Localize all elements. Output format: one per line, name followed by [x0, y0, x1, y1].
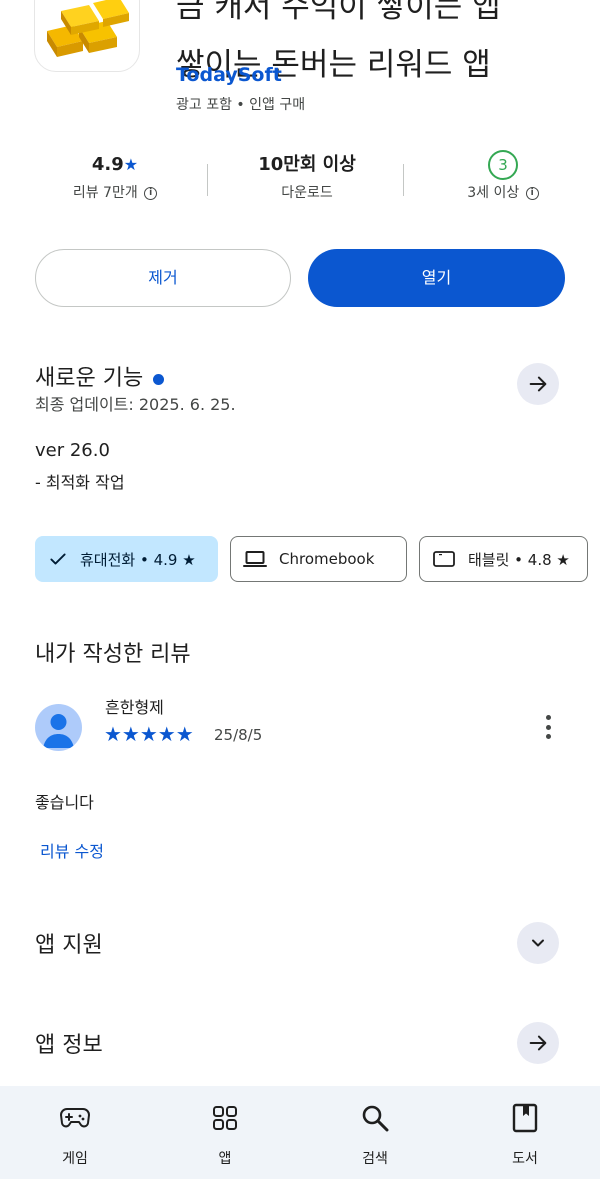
chip-tablet-label: 태블릿 • 4.8 ★	[468, 550, 570, 569]
downloads-label: 다운로드	[281, 185, 333, 201]
new-indicator-dot	[153, 373, 165, 385]
app-icon	[34, 0, 140, 72]
chip-phone[interactable]: 휴대전화 • 4.9 ★	[35, 536, 218, 582]
nav-books[interactable]: 도서	[450, 1086, 600, 1179]
nav-games[interactable]: 게임	[0, 1086, 150, 1179]
nav-apps[interactable]: 앱	[150, 1086, 300, 1179]
app-meta: 광고 포함 • 인앱 구매	[176, 97, 306, 113]
age-label: 3세 이상	[467, 185, 520, 201]
whats-new-title: 새로운 기능	[35, 360, 165, 392]
info-icon: i	[144, 186, 158, 200]
tablet-icon	[432, 549, 456, 569]
rating-value: 4.9	[91, 154, 124, 175]
avatar	[35, 704, 82, 751]
downloads-value: 10만회 이상	[258, 154, 356, 175]
chip-chromebook-label: Chromebook	[279, 550, 375, 568]
age-rating-badge: 3	[488, 150, 518, 180]
gamepad-icon	[59, 1102, 91, 1134]
rating-stat[interactable]: 4.9★ 리뷰 7만개 i	[30, 150, 200, 202]
search-icon	[359, 1102, 391, 1134]
person-icon	[43, 714, 74, 748]
chip-chromebook[interactable]: Chromebook	[230, 536, 407, 582]
open-button[interactable]: 열기	[308, 249, 565, 307]
nav-search-label: 검색	[362, 1151, 388, 1167]
chip-tablet[interactable]: 태블릿 • 4.8 ★	[419, 536, 588, 582]
edit-review-link[interactable]: 리뷰 수정	[40, 838, 104, 862]
developer-link[interactable]: TodaySoft	[176, 64, 282, 86]
bottom-navigation: 게임 앱 검색 도서	[0, 1086, 600, 1179]
apps-grid-icon	[209, 1102, 241, 1134]
book-icon	[509, 1102, 541, 1134]
app-support-title[interactable]: 앱 지원	[35, 927, 103, 959]
whats-new-label: 새로운 기능	[35, 366, 144, 391]
age-stat[interactable]: 3 3세 이상 i	[418, 150, 588, 202]
nav-apps-label: 앱	[218, 1151, 232, 1167]
stats-row: 4.9★ 리뷰 7만개 i 10만회 이상 다운로드 3 3세 이상 i	[0, 150, 600, 214]
review-count: 리뷰 7만개	[72, 185, 138, 201]
nav-books-label: 도서	[512, 1151, 538, 1167]
nav-games-label: 게임	[62, 1151, 88, 1167]
star-icon: ★	[123, 155, 139, 174]
app-info-arrow-button[interactable]	[517, 1022, 559, 1064]
chip-phone-label: 휴대전화 • 4.9 ★	[80, 550, 196, 569]
last-updated: 최종 업데이트: 2025. 6. 25.	[35, 395, 236, 414]
divider	[403, 164, 404, 196]
laptop-icon	[243, 549, 267, 569]
review-stars: ★★★★★	[104, 722, 194, 746]
info-icon: i	[525, 186, 539, 200]
check-icon	[48, 549, 68, 569]
remove-button[interactable]: 제거	[35, 249, 291, 307]
app-info-title[interactable]: 앱 정보	[35, 1027, 103, 1059]
divider	[207, 164, 208, 196]
app-title-line-1: 금 캐서 수익이 쌓이는 앱	[176, 0, 501, 25]
my-review-title: 내가 작성한 리뷰	[35, 642, 191, 667]
downloads-stat: 10만회 이상 다운로드	[222, 150, 392, 202]
app-support-expand-button[interactable]	[517, 922, 559, 964]
review-date: 25/8/5	[214, 726, 263, 744]
chevron-down-icon	[532, 939, 544, 947]
version-note: - 최적화 작업	[35, 473, 125, 492]
more-options-icon[interactable]	[536, 712, 560, 742]
review-text: 좋습니다	[35, 793, 94, 812]
arrow-right-icon	[529, 376, 547, 392]
arrow-right-icon	[529, 1035, 547, 1051]
gold-bars-icon	[47, 0, 129, 57]
reviewer-name: 흔한형제	[105, 698, 164, 717]
whats-new-arrow-button[interactable]	[517, 363, 559, 405]
nav-search[interactable]: 검색	[300, 1086, 450, 1179]
version-text: ver 26.0	[35, 440, 110, 461]
